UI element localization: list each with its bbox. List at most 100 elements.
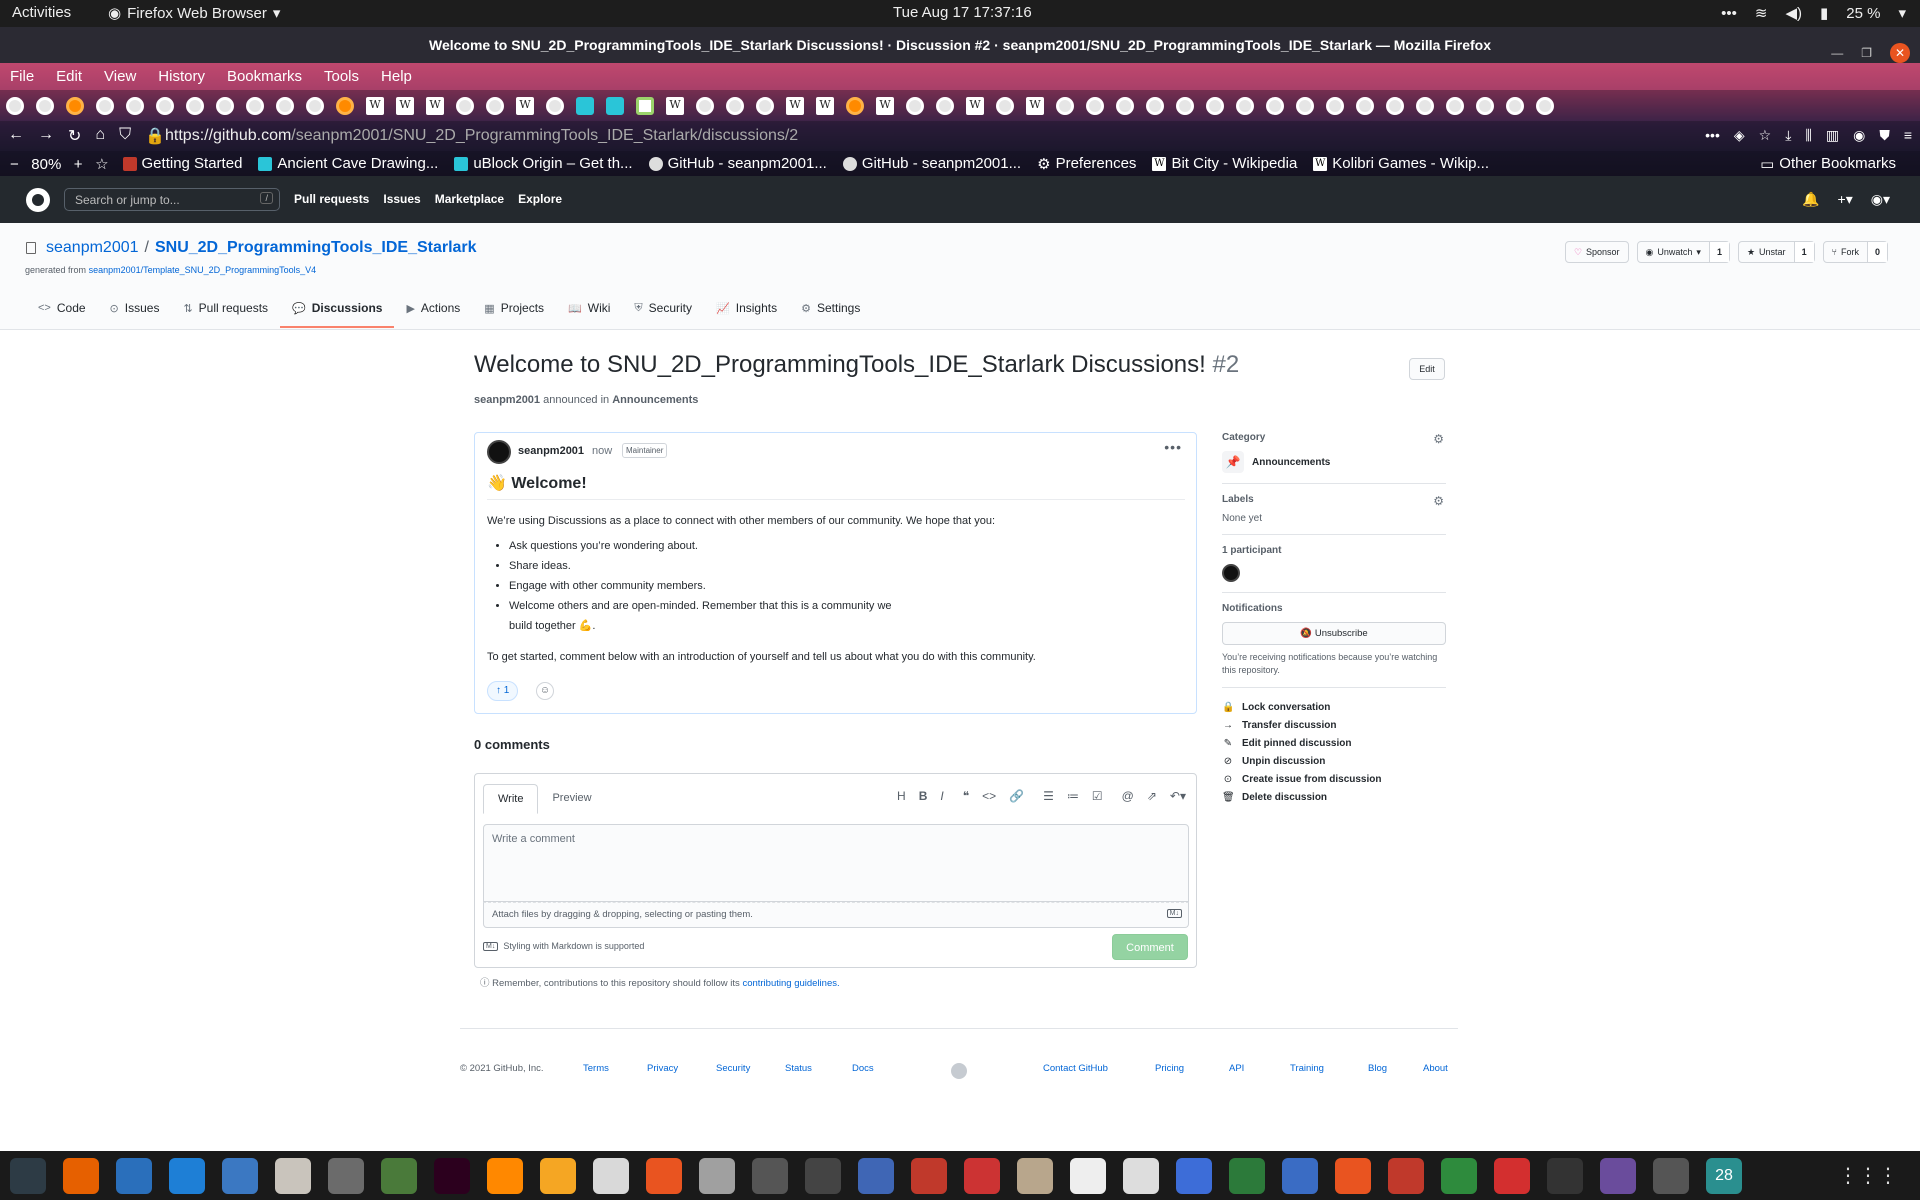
bookmark-item[interactable]: W Bit City - Wikipedia xyxy=(1152,155,1297,173)
heading-icon[interactable]: H xyxy=(897,789,906,803)
remote-icon[interactable] xyxy=(1282,1157,1318,1194)
markdown-note[interactable]: M↓ Styling with Markdown is supported xyxy=(483,941,644,951)
wikipedia-tab-icon[interactable]: W xyxy=(1026,96,1044,115)
footer-link-contact-github[interactable]: Contact GitHub xyxy=(1043,1063,1108,1074)
github-tab-icon[interactable] xyxy=(1056,96,1074,115)
quote-icon[interactable]: ❝ xyxy=(963,789,969,803)
code-icon[interactable]: <> xyxy=(982,789,996,803)
firefox-icon[interactable] xyxy=(63,1157,99,1194)
attach-files-area[interactable]: Attach files by dragging & dropping, sel… xyxy=(483,902,1189,928)
tab-projects[interactable]: ▦ Projects xyxy=(472,293,556,328)
github-tab-icon[interactable] xyxy=(1176,96,1194,115)
github-tab-icon[interactable] xyxy=(546,96,564,115)
inkscape-icon[interactable] xyxy=(805,1157,841,1194)
wikipedia-tab-icon[interactable]: W xyxy=(876,96,894,115)
ublock-icon[interactable]: ⛊ xyxy=(1879,127,1890,144)
tab-issues[interactable]: ⊙ Issues xyxy=(98,293,172,328)
gear-icon[interactable]: ⚙ xyxy=(1433,494,1444,508)
participant-avatar[interactable] xyxy=(1222,564,1240,582)
dictionary-icon[interactable] xyxy=(1123,1157,1159,1194)
obs-icon[interactable] xyxy=(1600,1157,1636,1194)
unsubscribe-button[interactable]: 🔕 Unsubscribe xyxy=(1222,622,1446,645)
menu-file[interactable]: File xyxy=(10,63,34,90)
download-icon[interactable]: ⤓ xyxy=(1785,127,1791,144)
reload-icon[interactable]: ↻ xyxy=(68,126,81,146)
tab-preview[interactable]: Preview xyxy=(538,784,605,814)
sidebar-icon[interactable]: ▥ xyxy=(1826,127,1839,144)
activities-button[interactable]: Activities xyxy=(12,4,71,21)
github-tab-icon[interactable] xyxy=(1206,96,1224,115)
close-icon[interactable]: ✕ xyxy=(1890,43,1910,63)
wikipedia-tab-icon[interactable]: W xyxy=(396,96,414,115)
firefox-tab-icon[interactable] xyxy=(846,96,864,115)
bookmark-item[interactable]: GitHub - seanpm2001... xyxy=(648,155,827,173)
repo-name-link[interactable]: SNU_2D_ProgrammingTools_IDE_Starlark xyxy=(155,239,477,257)
shield-icon[interactable]: ⛉ xyxy=(119,126,131,146)
action-edit-pinned-discussion[interactable]: ✎ Edit pinned discussion xyxy=(1222,734,1446,752)
github-tab-icon[interactable] xyxy=(1296,96,1314,115)
github-tab-icon[interactable] xyxy=(1116,96,1134,115)
post-time[interactable]: now xyxy=(592,445,612,457)
add-reaction-icon[interactable]: ☺ xyxy=(536,682,554,700)
wikipedia-tab-icon[interactable]: W xyxy=(516,96,534,115)
software-icon[interactable] xyxy=(646,1157,682,1194)
alert-icon[interactable] xyxy=(1494,1157,1530,1194)
app-menu[interactable]: ◉ Firefox Web Browser ▾ xyxy=(108,4,280,23)
settings-icon[interactable] xyxy=(328,1157,364,1194)
menu-view[interactable]: View xyxy=(104,63,136,90)
search-input[interactable]: Search or jump to... / xyxy=(64,188,280,211)
footer-link-terms[interactable]: Terms xyxy=(583,1063,609,1074)
system-tray[interactable]: ••• ≋ ◀) ▮ 25 % ▾ xyxy=(1721,4,1906,23)
comment-submit-button[interactable]: Comment xyxy=(1112,934,1188,960)
avatar-menu-icon[interactable]: ◉▾ xyxy=(1871,191,1890,208)
footer-link-security[interactable]: Security xyxy=(716,1063,750,1074)
disk-icon[interactable] xyxy=(752,1157,788,1194)
github-tab-icon[interactable] xyxy=(36,96,54,115)
avatar[interactable] xyxy=(487,440,511,464)
fork-count[interactable]: 0 xyxy=(1866,242,1887,262)
menu-bookmarks[interactable]: Bookmarks xyxy=(227,63,302,90)
tab-actions[interactable]: ▶ Actions xyxy=(394,293,472,328)
cyan-tab-icon[interactable] xyxy=(606,96,624,115)
github-tab-icon[interactable] xyxy=(156,96,174,115)
cyan-tab-icon[interactable] xyxy=(576,96,594,115)
tab-wiki[interactable]: 📖 Wiki xyxy=(556,293,622,328)
edit-title-button[interactable]: Edit xyxy=(1409,358,1445,380)
kebab-menu-icon[interactable]: ••• xyxy=(1164,439,1182,455)
meta-category-link[interactable]: Announcements xyxy=(612,394,698,406)
notification-bell-icon[interactable]: 🔔 xyxy=(1802,191,1819,208)
archive-icon[interactable] xyxy=(1017,1157,1053,1194)
github-tab-icon[interactable] xyxy=(6,96,24,115)
clock[interactable]: Tue Aug 17 17:37:16 xyxy=(893,4,1032,21)
zoom-in-icon[interactable]: + xyxy=(61,156,95,173)
watch-button[interactable]: ◉ Unwatch ▾ 1 xyxy=(1636,241,1730,263)
update-icon[interactable] xyxy=(1335,1157,1371,1194)
italic-icon[interactable]: I xyxy=(940,789,943,803)
action-delete-discussion[interactable]: 🗑 Delete discussion xyxy=(1222,788,1446,806)
github-tab-icon[interactable] xyxy=(276,96,294,115)
create-new-icon[interactable]: +▾ xyxy=(1838,191,1853,208)
menu-help[interactable]: Help xyxy=(381,63,412,90)
vlc-icon[interactable] xyxy=(487,1157,523,1194)
nav-pull-requests[interactable]: Pull requests xyxy=(294,192,369,206)
calendar-icon[interactable]: 28 xyxy=(1706,1157,1742,1194)
bookmark-manager-icon[interactable]: ☆ xyxy=(95,156,108,173)
github-tab-icon[interactable] xyxy=(216,96,234,115)
github-tab-icon[interactable] xyxy=(936,96,954,115)
home-icon[interactable]: ⌂ xyxy=(95,126,105,146)
bookmark-item[interactable]: Getting Started xyxy=(122,155,242,173)
tab-settings[interactable]: ⚙ Settings xyxy=(789,293,872,328)
other-bookmarks[interactable]: ▭ Other Bookmarks xyxy=(1760,155,1896,173)
github-tab-icon[interactable] xyxy=(456,96,474,115)
calc-icon[interactable] xyxy=(540,1157,576,1194)
github-tab-icon[interactable] xyxy=(1236,96,1254,115)
fork-button[interactable]: ⑂ Fork 0 xyxy=(1822,241,1888,263)
text-editor-icon[interactable] xyxy=(222,1157,258,1194)
wikipedia-tab-icon[interactable]: W xyxy=(666,96,684,115)
bold-icon[interactable]: B xyxy=(919,789,928,803)
forward-icon[interactable]: → xyxy=(38,126,54,146)
action-unpin-discussion[interactable]: ⊘ Unpin discussion xyxy=(1222,752,1446,770)
spreadsheet-icon[interactable] xyxy=(1441,1157,1477,1194)
github-tab-icon[interactable] xyxy=(996,96,1014,115)
repo-owner-link[interactable]: seanpm2001 xyxy=(46,239,139,257)
